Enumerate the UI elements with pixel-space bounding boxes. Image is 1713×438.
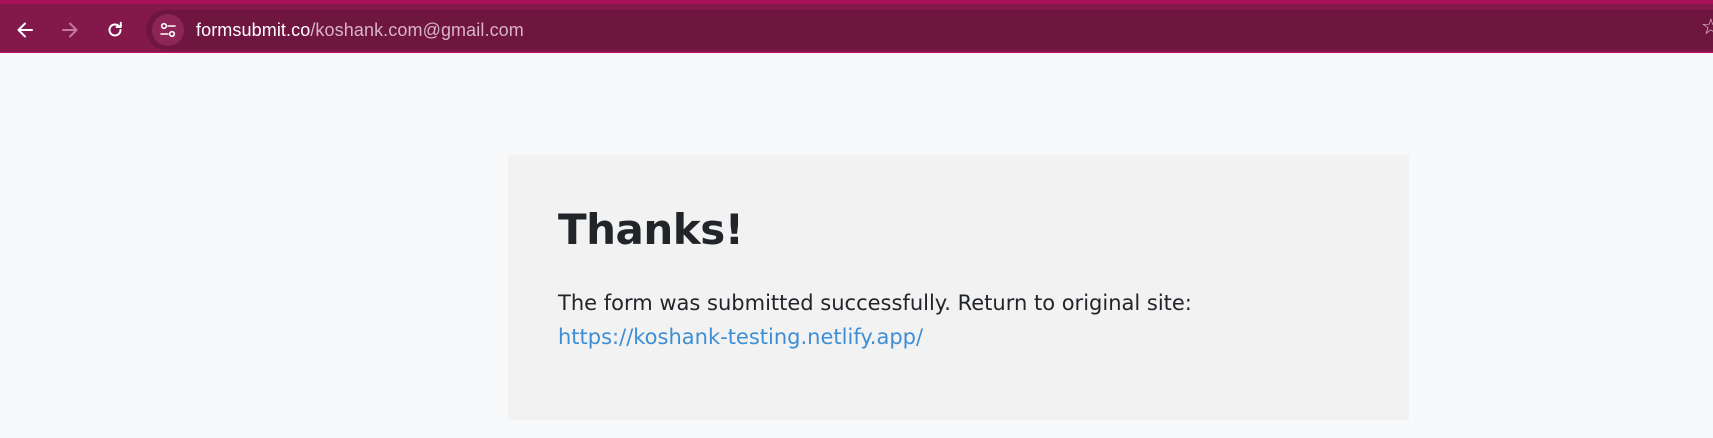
tune-icon — [160, 22, 176, 38]
return-link[interactable]: https://koshank-testing.netlify.app/ — [558, 325, 923, 349]
browser-toolbar: formsubmit.co/koshank.com@gmail.com ☆ — [0, 0, 1713, 53]
url-host: formsubmit.co — [196, 19, 311, 40]
arrow-right-icon — [62, 22, 78, 38]
message-text: The form was submitted successfully. Ret… — [558, 291, 1192, 315]
forward-button[interactable] — [54, 14, 86, 46]
address-bar[interactable]: formsubmit.co/koshank.com@gmail.com — [146, 10, 1713, 50]
confirmation-card: Thanks! The form was submitted successfu… — [508, 155, 1409, 420]
back-button[interactable] — [9, 14, 41, 46]
reload-icon — [108, 21, 122, 37]
star-icon[interactable]: ☆ — [1701, 16, 1713, 38]
url-path: /koshank.com@gmail.com — [310, 19, 524, 40]
arrow-left-icon — [17, 22, 33, 38]
page-heading: Thanks! — [558, 205, 744, 254]
reload-button[interactable] — [99, 14, 131, 46]
site-info-button[interactable] — [152, 14, 184, 46]
confirmation-message: The form was submitted successfully. Ret… — [558, 286, 1378, 354]
url-text[interactable]: formsubmit.co/koshank.com@gmail.com — [196, 20, 524, 41]
